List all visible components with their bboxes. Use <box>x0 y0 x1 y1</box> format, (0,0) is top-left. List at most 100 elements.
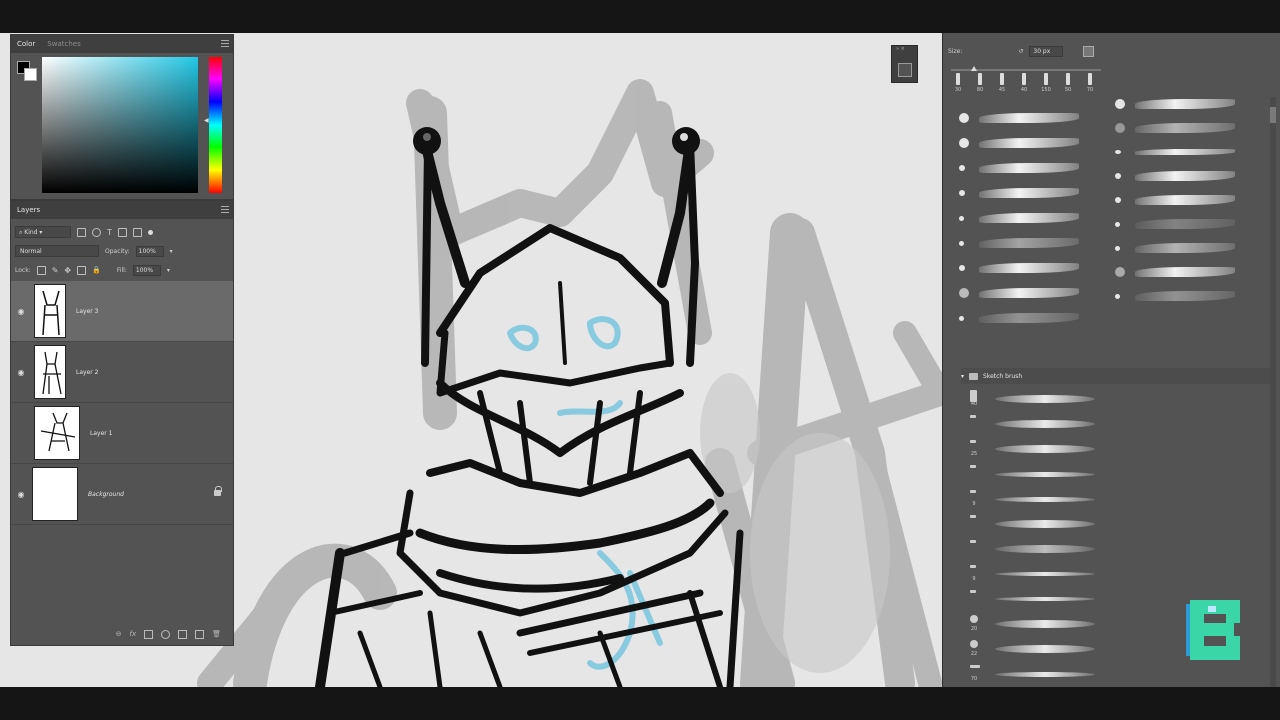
sketch-brush-item[interactable] <box>967 462 1127 487</box>
brush-tip-icon <box>1115 294 1120 299</box>
lock-position-icon[interactable]: ✥ <box>64 266 71 275</box>
hue-slider[interactable] <box>209 57 222 193</box>
sketch-brush-item[interactable] <box>967 512 1127 537</box>
tab-color[interactable]: Color <box>17 40 35 48</box>
sketch-brush-item[interactable]: 22 <box>967 637 1127 662</box>
brush-preset[interactable] <box>1113 165 1263 189</box>
link-icon[interactable]: ⊖ <box>116 630 122 638</box>
sketch-brush-item[interactable] <box>967 587 1127 612</box>
panel-menu-icon[interactable] <box>221 40 229 47</box>
fill-dropdown-icon[interactable]: ▾ <box>167 267 170 274</box>
preset-brush[interactable]: 80 <box>973 73 987 95</box>
visibility-eye-icon[interactable]: ◉ <box>11 490 31 499</box>
brush-preset[interactable] <box>957 257 1107 281</box>
brush-preset[interactable] <box>957 157 1107 181</box>
layer-row-layer-3[interactable]: ◉ Layer 3 <box>11 281 233 342</box>
folder-icon <box>969 372 979 380</box>
letterbox-bottom <box>0 687 1280 720</box>
scrollbar-thumb[interactable] <box>1270 107 1276 123</box>
opacity-input[interactable]: 100% <box>135 245 164 257</box>
hue-slider-marker-icon[interactable]: ◀ <box>204 117 209 124</box>
sketch-brush-item[interactable]: 20 <box>967 612 1127 637</box>
layer-row-layer-2[interactable]: ◉ Layer 2 <box>11 342 233 403</box>
brush-group-header[interactable]: ▾ Sketch brush <box>961 368 1271 384</box>
brush-preset[interactable] <box>1113 285 1263 309</box>
brush-tip-icon <box>959 288 969 298</box>
sketch-brush-item[interactable]: 70 <box>967 662 1127 687</box>
size-input[interactable]: 30 px <box>1029 46 1064 57</box>
chevron-down-icon[interactable]: ▾ <box>961 373 964 380</box>
visibility-eye-icon[interactable]: ◉ <box>11 368 31 377</box>
blend-opacity-row: Normal Opacity: 100% ▾ <box>15 244 229 258</box>
preset-brush[interactable]: 40 <box>1017 73 1031 95</box>
brush-preset[interactable] <box>1113 117 1263 141</box>
brush-preset[interactable] <box>957 182 1107 206</box>
type-filter-icon[interactable]: T <box>107 228 112 237</box>
preset-brush[interactable]: 30 <box>951 73 965 95</box>
fx-icon[interactable]: fx <box>130 630 137 638</box>
tab-layers[interactable]: Layers <box>17 206 40 214</box>
brush-preset[interactable] <box>957 282 1107 306</box>
pixel-filter-icon[interactable] <box>77 227 86 237</box>
brush-preset[interactable] <box>1113 189 1263 213</box>
filter-toggle-icon[interactable] <box>147 229 153 235</box>
brush-preset[interactable] <box>957 307 1107 331</box>
layers-panel-header: Layers <box>11 201 233 219</box>
adjustment-filter-icon[interactable] <box>92 227 101 237</box>
brush-preset[interactable] <box>1113 237 1263 261</box>
brush-settings-button[interactable] <box>898 63 912 77</box>
brush-preset[interactable] <box>957 207 1107 231</box>
kind-filter-select[interactable]: ⌕ Kind ▾ <box>15 226 71 238</box>
brush-preset[interactable] <box>1113 213 1263 237</box>
preset-brush[interactable]: 50 <box>1061 73 1075 95</box>
lock-pixels-icon[interactable]: ✎ <box>52 266 59 275</box>
brush-list-scrollbar[interactable] <box>1270 97 1276 687</box>
adjustment-icon[interactable] <box>161 629 171 639</box>
sketch-brush-item[interactable]: 9 <box>967 562 1127 587</box>
dock-collapse-icon[interactable]: » × <box>892 46 917 52</box>
blend-mode-select[interactable]: Normal <box>15 245 99 257</box>
foreground-background-colors[interactable] <box>17 61 43 87</box>
size-slider[interactable] <box>951 66 1101 71</box>
preset-brush[interactable]: 150 <box>1039 73 1053 95</box>
trash-icon[interactable]: 🗑 <box>212 630 221 638</box>
shape-filter-icon[interactable] <box>117 227 127 237</box>
lock-label: Lock: <box>15 266 31 274</box>
collapsed-panel-dock[interactable]: » × <box>891 45 918 83</box>
size-slider-knob[interactable] <box>971 66 977 71</box>
lock-all-icon[interactable]: 🔒 <box>92 266 101 274</box>
layer-row-background[interactable]: ◉ Background <box>11 464 233 525</box>
preset-brush[interactable]: 70 <box>1083 73 1097 95</box>
size-label: Size: <box>948 48 963 55</box>
mask-icon[interactable] <box>144 629 154 639</box>
tab-swatches[interactable]: Swatches <box>47 40 80 48</box>
new-layer-icon[interactable] <box>195 629 205 639</box>
brush-edit-icon[interactable] <box>1083 46 1095 57</box>
brush-preset[interactable] <box>957 132 1107 156</box>
preset-brush[interactable]: 45 <box>995 73 1009 95</box>
brush-preset[interactable] <box>1113 93 1263 117</box>
visibility-eye-icon[interactable]: ◉ <box>11 429 31 438</box>
layers-menu-icon[interactable] <box>221 206 229 213</box>
lock-transparency-icon[interactable] <box>36 265 46 275</box>
folder-icon[interactable] <box>178 629 188 639</box>
opacity-dropdown-icon[interactable]: ▾ <box>170 248 173 255</box>
fill-input[interactable]: 100% <box>132 264 161 276</box>
brush-preset[interactable] <box>957 232 1107 256</box>
brush-preset[interactable] <box>957 107 1107 131</box>
reset-icon[interactable]: ↺ <box>1018 48 1023 55</box>
sketch-brush-item[interactable]: 40 <box>967 387 1127 412</box>
sketch-brush-item[interactable]: 25 <box>967 437 1127 462</box>
brush-preset[interactable] <box>1113 261 1263 285</box>
saturation-brightness-field[interactable] <box>42 57 198 193</box>
background-color-swatch[interactable] <box>24 68 37 81</box>
sketch-brush-item[interactable]: 9 <box>967 487 1127 512</box>
sketch-brush-item[interactable] <box>967 412 1127 437</box>
brush-preset[interactable] <box>1113 141 1263 165</box>
sketch-brush-item[interactable] <box>967 537 1127 562</box>
brush-tip-icon <box>1115 173 1121 179</box>
lock-artboard-icon[interactable] <box>77 265 87 275</box>
visibility-eye-icon[interactable]: ◉ <box>11 307 31 316</box>
smart-object-filter-icon[interactable] <box>132 227 142 237</box>
layer-row-layer-1[interactable]: ◉ Layer 1 <box>11 403 233 464</box>
